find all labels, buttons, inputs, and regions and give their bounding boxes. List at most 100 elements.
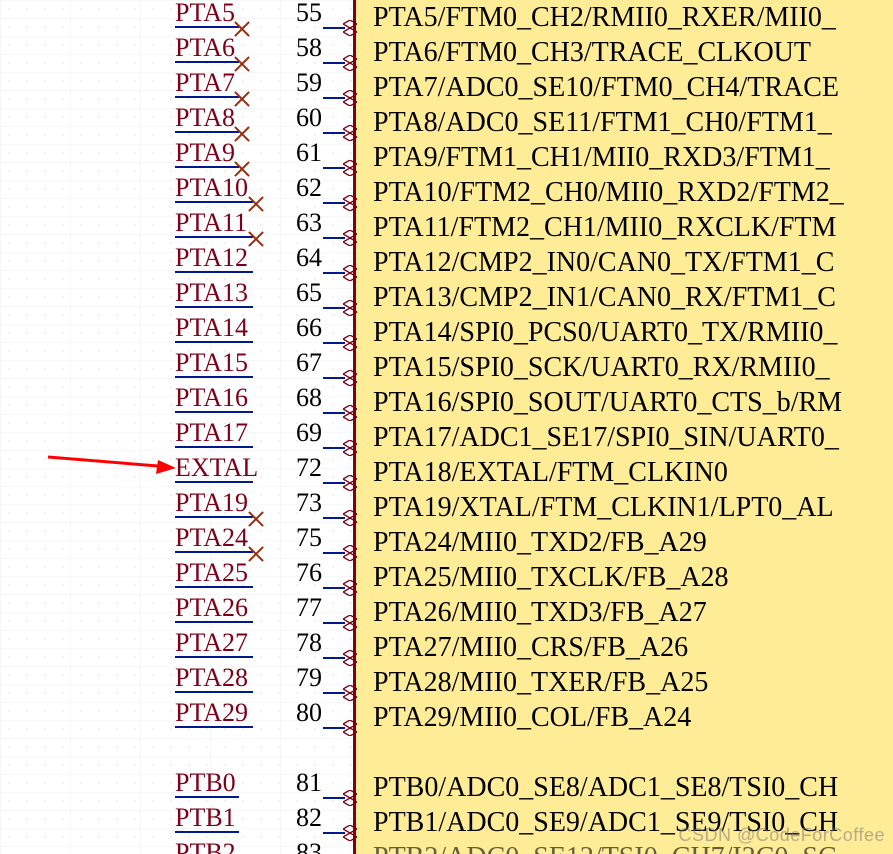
pin-row[interactable]: PTA555 — [175, 0, 355, 30]
pin-function-text: PTA14/SPI0_PCS0/UART0_TX/RMII0_ — [373, 315, 893, 350]
pin-function-text: PTA25/MII0_TXCLK/FB_A28 — [373, 560, 893, 595]
net-label[interactable]: PTA7 — [175, 65, 235, 100]
net-label[interactable]: PTA19 — [175, 485, 248, 520]
net-label[interactable]: PTA14 — [175, 310, 248, 345]
net-wire[interactable] — [175, 61, 239, 63]
pin-row[interactable]: PTA27 78 — [175, 625, 355, 660]
net-wire[interactable] — [175, 831, 239, 833]
pin-row[interactable]: PTB182 — [175, 800, 355, 835]
net-wire[interactable] — [175, 621, 253, 623]
pin-row[interactable]: PTB0 81 — [175, 765, 355, 800]
pin-stub — [323, 657, 345, 659]
net-label[interactable]: PTA28 — [175, 660, 248, 695]
pin-row[interactable]: PTA2576 — [175, 555, 355, 590]
net-label[interactable]: PTA9 — [175, 135, 235, 170]
net-wire[interactable] — [175, 691, 253, 693]
pin-row[interactable]: PTA1365 — [175, 275, 355, 310]
pin-number: 77 — [296, 590, 322, 625]
net-wire[interactable] — [175, 96, 239, 98]
net-label[interactable]: PTB1 — [175, 800, 236, 835]
pin-number: 78 — [296, 625, 322, 660]
net-label[interactable]: EXTAL — [175, 450, 258, 485]
pin-stub — [323, 272, 345, 274]
pin-number: 62 — [296, 170, 322, 205]
pin-function-text: PTA6/FTM0_CH3/TRACE_CLKOUT — [373, 35, 893, 70]
net-label[interactable]: PTA26 — [175, 590, 248, 625]
pin-function-text: PTA19/XTAL/FTM_CLKIN1/LPT0_AL — [373, 490, 893, 525]
net-wire[interactable] — [175, 656, 253, 658]
net-wire[interactable] — [175, 236, 253, 238]
pin-row[interactable]: PTA1163 — [175, 205, 355, 240]
pin-row[interactable]: PTA1567 — [175, 345, 355, 380]
pin-row[interactable]: PTA860 — [175, 100, 355, 135]
net-label[interactable]: PTB0 — [175, 765, 236, 800]
pin-function-text: PTA27/MII0_CRS/FB_A26 — [373, 630, 893, 665]
net-wire[interactable] — [175, 166, 239, 168]
net-label[interactable]: PTA17 — [175, 415, 248, 450]
net-wire[interactable] — [175, 26, 239, 28]
pin-row[interactable]: PTA759 — [175, 65, 355, 100]
net-label[interactable]: PTA11 — [175, 205, 247, 240]
net-wire[interactable] — [175, 726, 253, 728]
net-wire[interactable] — [175, 201, 253, 203]
pin-stub — [323, 167, 345, 169]
net-label[interactable]: PTA24 — [175, 520, 248, 555]
net-label[interactable]: PTA29 — [175, 695, 248, 730]
net-label[interactable]: PTA10 — [175, 170, 248, 205]
net-label[interactable]: PTA13 — [175, 275, 248, 310]
pin-row[interactable]: PTA24 75 — [175, 520, 355, 555]
net-wire[interactable] — [175, 411, 253, 413]
pin-stub — [323, 307, 345, 309]
pin-function-text: PTA16/SPI0_SOUT/UART0_CTS_b/RM — [373, 385, 893, 420]
pin-row[interactable]: PTA658 — [175, 30, 355, 65]
pin-function-text: PTA7/ADC0_SE10/FTM0_CH4/TRACE — [373, 70, 893, 105]
watermark-text: CSDN @CodeForCoffee — [678, 825, 885, 846]
net-label[interactable]: PTA27 — [175, 625, 248, 660]
net-label[interactable]: PTA25 — [175, 555, 248, 590]
net-wire[interactable] — [175, 341, 253, 343]
pin-row[interactable]: PTA28 79 — [175, 660, 355, 695]
net-wire[interactable] — [175, 271, 253, 273]
net-wire[interactable] — [175, 131, 239, 133]
pin-stub — [323, 342, 345, 344]
pin-function-text: PTA13/CMP2_IN1/CAN0_RX/FTM1_C — [373, 280, 893, 315]
net-wire[interactable] — [175, 796, 239, 798]
pin-row[interactable]: PTA1264 — [175, 240, 355, 275]
pin-row[interactable]: PTA2980 — [175, 695, 355, 730]
pin-stub — [323, 482, 345, 484]
pin-row[interactable]: PTA1769 — [175, 415, 355, 450]
pin-number: 75 — [296, 520, 322, 555]
pin-row[interactable]: PTA961 — [175, 135, 355, 170]
net-wire[interactable] — [175, 306, 253, 308]
pin-row[interactable]: PTA10 62 — [175, 170, 355, 205]
pin-stub — [323, 622, 345, 624]
pin-stub — [323, 97, 345, 99]
pin-row[interactable]: PTA1668 — [175, 380, 355, 415]
pin-number: 72 — [296, 450, 322, 485]
pin-number: 79 — [296, 660, 322, 695]
net-label[interactable]: PTB2 — [175, 835, 236, 854]
net-wire[interactable] — [175, 516, 253, 518]
pin-row[interactable]: PTA1466 — [175, 310, 355, 345]
net-label[interactable]: PTA12 — [175, 240, 248, 275]
pin-row[interactable]: PTA19 73 — [175, 485, 355, 520]
net-label[interactable]: PTA8 — [175, 100, 235, 135]
net-wire[interactable] — [175, 551, 253, 553]
pin-row[interactable]: PTB283 — [175, 835, 355, 854]
net-wire[interactable] — [175, 586, 253, 588]
pin-stub — [323, 62, 345, 64]
pin-row[interactable]: PTA26 77 — [175, 590, 355, 625]
pin-number: 73 — [296, 485, 322, 520]
pin-number: 81 — [296, 765, 322, 800]
net-wire[interactable] — [175, 446, 253, 448]
pin-function-text: PTA17/ADC1_SE17/SPI0_SIN/UART0_ — [373, 420, 893, 455]
net-wire[interactable] — [175, 376, 253, 378]
pin-stub — [323, 832, 345, 834]
net-label[interactable]: PTA16 — [175, 380, 248, 415]
net-wire[interactable] — [175, 481, 253, 483]
net-label[interactable]: PTA6 — [175, 30, 235, 65]
pin-stub — [323, 237, 345, 239]
pin-row[interactable]: EXTAL 72 — [175, 450, 355, 485]
pin-function-text: PTA28/MII0_TXER/FB_A25 — [373, 665, 893, 700]
net-label[interactable]: PTA15 — [175, 345, 248, 380]
